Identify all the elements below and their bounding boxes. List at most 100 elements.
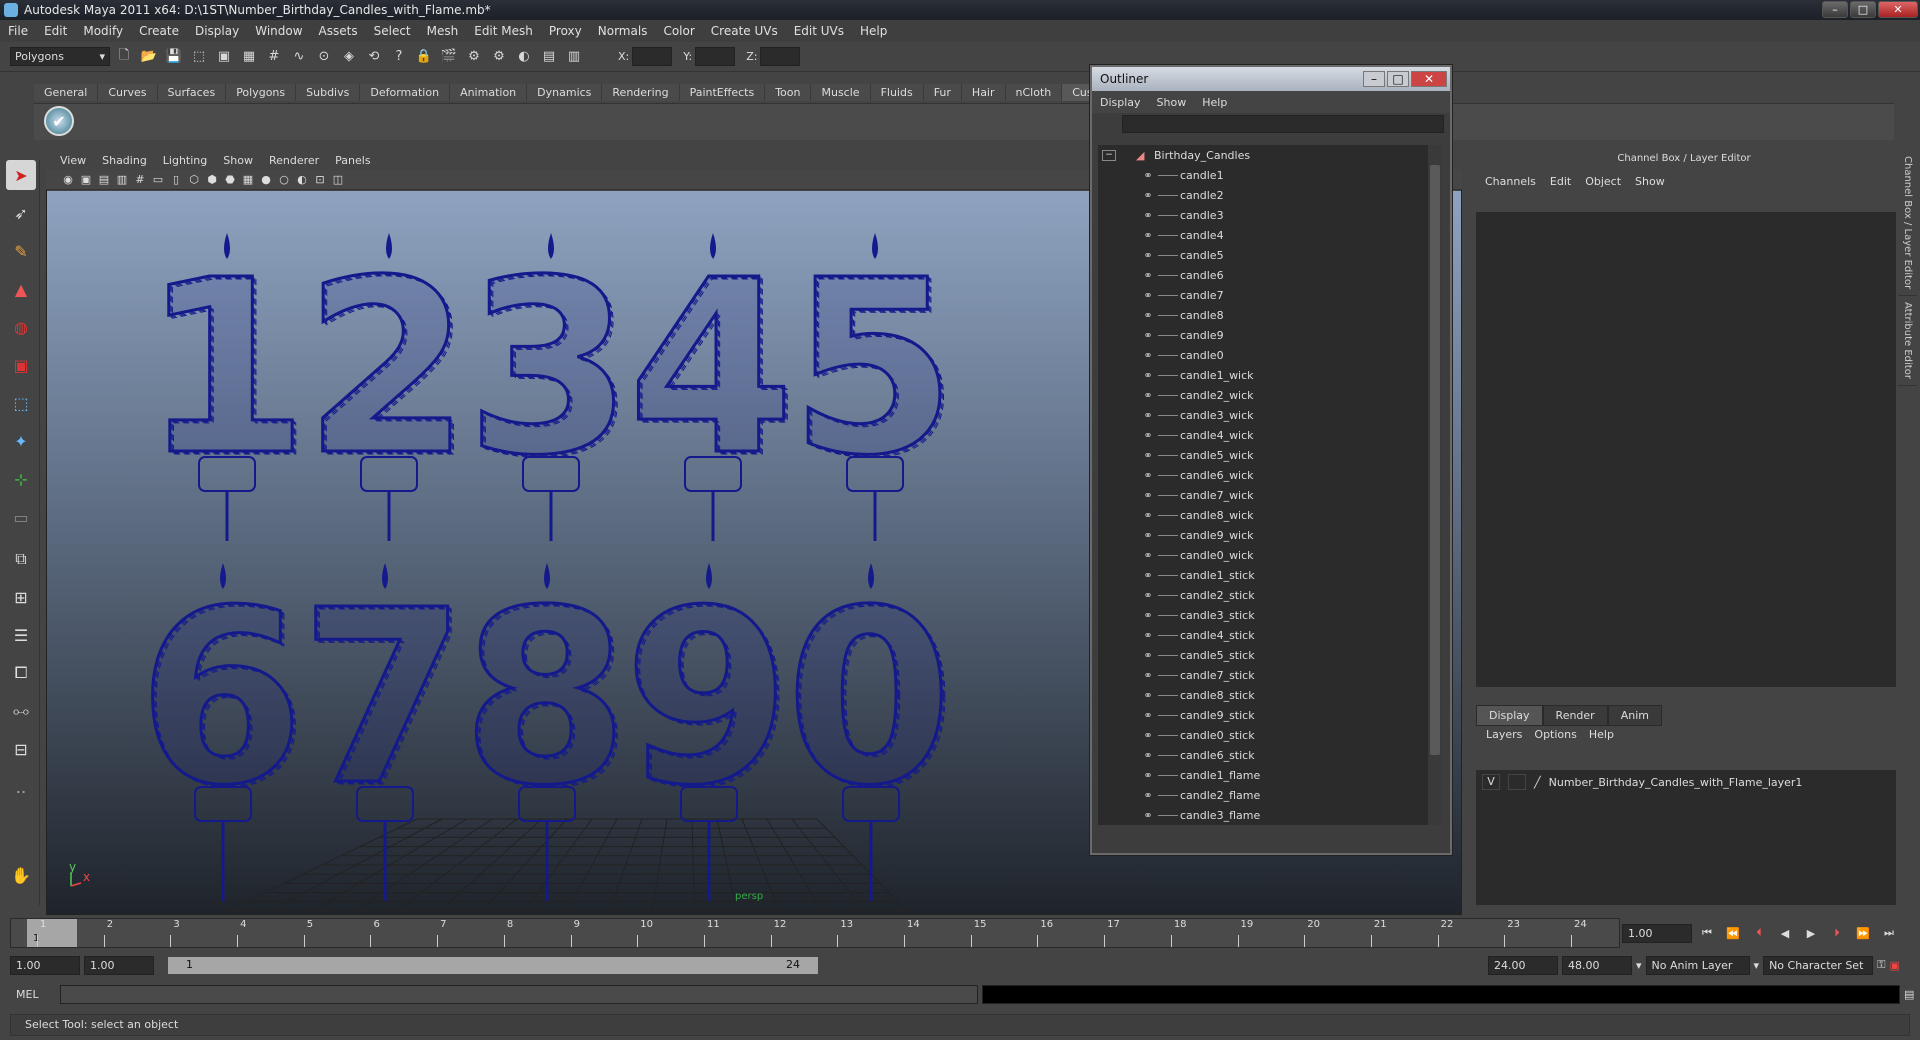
graph-layout-icon[interactable]: ⧠ bbox=[6, 658, 36, 688]
menu-window[interactable]: Window bbox=[247, 24, 310, 38]
outliner-item[interactable]: ⚭ candle9 bbox=[1098, 325, 1430, 345]
shelf-tab-deformation[interactable]: Deformation bbox=[360, 84, 451, 101]
outliner-item[interactable]: ⚭ candle6 bbox=[1098, 265, 1430, 285]
open-scene-icon[interactable]: 📂 bbox=[138, 46, 160, 68]
go-to-start-icon[interactable]: ⏮ bbox=[1696, 923, 1718, 943]
resolution-gate-icon[interactable]: ▯ bbox=[168, 172, 184, 188]
checkmark-icon[interactable]: ✔ bbox=[44, 106, 74, 136]
shelf-tab-curves[interactable]: Curves bbox=[98, 84, 158, 101]
outliner-item[interactable]: ⚭ candle3_flame bbox=[1098, 805, 1430, 825]
rotate-tool-icon[interactable]: ◍ bbox=[6, 312, 36, 342]
bookmark-icon[interactable]: ▤ bbox=[96, 172, 112, 188]
candle-1[interactable]: 1111 bbox=[140, 227, 313, 541]
shelf-tab-hair[interactable]: Hair bbox=[961, 84, 1006, 101]
outliner-item[interactable]: ⚭ candle4_wick bbox=[1098, 425, 1430, 445]
outliner-item[interactable]: ⚭ candle2_flame bbox=[1098, 785, 1430, 805]
start-time-field[interactable]: 1.00 bbox=[10, 955, 80, 975]
layer-visibility-toggle[interactable]: V bbox=[1482, 774, 1500, 790]
outliner-item[interactable]: ⚭ candle6_wick bbox=[1098, 465, 1430, 485]
end-time-field[interactable]: 48.00 bbox=[1562, 955, 1632, 975]
lock-icon[interactable]: 🔒 bbox=[413, 46, 435, 68]
outliner-item[interactable]: ⚭ candle7 bbox=[1098, 285, 1430, 305]
shelf-tab-polygons[interactable]: Polygons bbox=[226, 84, 297, 101]
isolate-select-icon[interactable]: ⊡ bbox=[312, 172, 328, 188]
menu-file[interactable]: File bbox=[0, 24, 36, 38]
last-tool-icon[interactable]: ▭ bbox=[6, 502, 36, 532]
menu-edit[interactable]: Edit bbox=[36, 24, 75, 38]
layer-type-toggle[interactable] bbox=[1508, 774, 1526, 790]
outliner-item[interactable]: ⚭ candle5_wick bbox=[1098, 445, 1430, 465]
all-lights-icon[interactable]: ○ bbox=[276, 172, 292, 188]
play-backwards-icon[interactable]: ◀ bbox=[1774, 923, 1796, 943]
outliner-menu-display[interactable]: Display bbox=[1092, 96, 1149, 109]
menu-display[interactable]: Display bbox=[187, 24, 247, 38]
menu-edit-mesh[interactable]: Edit Mesh bbox=[466, 24, 541, 38]
candle-5[interactable]: 5555 bbox=[788, 227, 961, 541]
smooth-shade-icon[interactable]: ⬢ bbox=[204, 172, 220, 188]
current-frame-marker[interactable]: 1 bbox=[27, 919, 77, 947]
outliner-item[interactable]: ⚭ candle2 bbox=[1098, 185, 1430, 205]
new-scene-icon[interactable]: 🗋 bbox=[113, 46, 135, 68]
menu-create-uvs[interactable]: Create UVs bbox=[703, 24, 786, 38]
outliner-close-icon[interactable]: ✕ bbox=[1411, 71, 1447, 87]
history-icon[interactable]: ⟲ bbox=[363, 46, 385, 68]
layer-tab-anim[interactable]: Anim bbox=[1607, 705, 1662, 726]
wireframe-icon[interactable]: ⬡ bbox=[186, 172, 202, 188]
outliner-item[interactable]: ⚭ candle3_wick bbox=[1098, 405, 1430, 425]
script-editor-icon[interactable]: ▤ bbox=[1904, 988, 1914, 1001]
more-layouts-icon[interactable]: ‥ bbox=[6, 772, 36, 802]
channel-menu-channels[interactable]: Channels bbox=[1478, 175, 1543, 188]
shelf-tab-fluids[interactable]: Fluids bbox=[870, 84, 924, 101]
character-set-dropdown[interactable]: No Character Set bbox=[1763, 955, 1874, 975]
outliner-item[interactable]: ⚭ candle2_wick bbox=[1098, 385, 1430, 405]
outliner-item[interactable]: ⚭ candle4_stick bbox=[1098, 625, 1430, 645]
default-light-icon[interactable]: ● bbox=[258, 172, 274, 188]
range-slider[interactable]: 1 24 bbox=[168, 956, 818, 974]
outliner-item[interactable]: ⚭ candle9_stick bbox=[1098, 705, 1430, 725]
channel-menu-edit[interactable]: Edit bbox=[1543, 175, 1578, 188]
panel-menu-shading[interactable]: Shading bbox=[94, 154, 155, 167]
shelf-tab-ncloth[interactable]: nCloth bbox=[1005, 84, 1063, 101]
script-layout-icon[interactable]: ⊟ bbox=[6, 734, 36, 764]
outliner-item[interactable]: ⚭ candle8_stick bbox=[1098, 685, 1430, 705]
time-slider[interactable]: 1 12345678910111213141516171819202122232… bbox=[10, 918, 1620, 948]
menu-help[interactable]: Help bbox=[852, 24, 895, 38]
candle-6[interactable]: 6666 bbox=[136, 557, 309, 901]
y-input[interactable] bbox=[695, 47, 736, 66]
menu-set-dropdown[interactable]: Polygons ▾ bbox=[10, 47, 110, 66]
xray-icon[interactable]: ◫ bbox=[330, 172, 346, 188]
outliner-item[interactable]: ⚭ candle8 bbox=[1098, 305, 1430, 325]
outliner-menu-help[interactable]: Help bbox=[1194, 96, 1235, 109]
single-pane-layout-icon[interactable]: ⧉ bbox=[6, 544, 36, 574]
candle-8[interactable]: 8888 bbox=[460, 557, 633, 901]
layer-row[interactable]: V ╱ Number_Birthday_Candles_with_Flame_l… bbox=[1482, 774, 1802, 790]
panel-menu-view[interactable]: View bbox=[52, 154, 94, 167]
menu-select[interactable]: Select bbox=[366, 24, 419, 38]
outliner-filter-input[interactable] bbox=[1122, 115, 1444, 133]
wire-on-shaded-icon[interactable]: ⬣ bbox=[222, 172, 238, 188]
select-tool-icon[interactable]: ➤ bbox=[6, 160, 36, 190]
hand-icon[interactable]: ✋ bbox=[6, 860, 36, 890]
shelf-tab-surfaces[interactable]: Surfaces bbox=[157, 84, 227, 101]
close-button[interactable]: ✕ bbox=[1878, 1, 1918, 18]
x-input[interactable] bbox=[632, 47, 673, 66]
hypershade-icon[interactable]: ◐ bbox=[513, 46, 535, 68]
preferences-icon[interactable]: ▣ bbox=[1889, 959, 1899, 972]
outliner-item[interactable]: ⚭ candle6_stick bbox=[1098, 745, 1430, 765]
anim-layer-dropdown[interactable]: No Anim Layer bbox=[1645, 955, 1750, 975]
show-manip-icon[interactable]: ⊹ bbox=[6, 464, 36, 494]
outliner-root-item[interactable]: − ◢ Birthday_Candles bbox=[1098, 145, 1430, 165]
outliner-item[interactable]: ⚭ candle1 bbox=[1098, 165, 1430, 185]
layer-menu-help[interactable]: Help bbox=[1583, 728, 1620, 741]
candle-2[interactable]: 2222 bbox=[302, 227, 475, 541]
chevron-down-icon[interactable]: ▾ bbox=[1636, 959, 1642, 972]
layer-tab-display[interactable]: Display bbox=[1476, 705, 1543, 726]
outliner-item[interactable]: ⚭ candle1_stick bbox=[1098, 565, 1430, 585]
shadows-icon[interactable]: ◐ bbox=[294, 172, 310, 188]
shelf-tab-subdivs[interactable]: Subdivs bbox=[296, 84, 361, 101]
outliner-scrollbar[interactable] bbox=[1428, 145, 1442, 825]
channel-box-area[interactable] bbox=[1476, 212, 1896, 687]
snap-surface-icon[interactable]: ◈ bbox=[338, 46, 360, 68]
candle-4[interactable]: 4444 bbox=[626, 227, 799, 541]
maximize-button[interactable]: □ bbox=[1850, 1, 1876, 18]
